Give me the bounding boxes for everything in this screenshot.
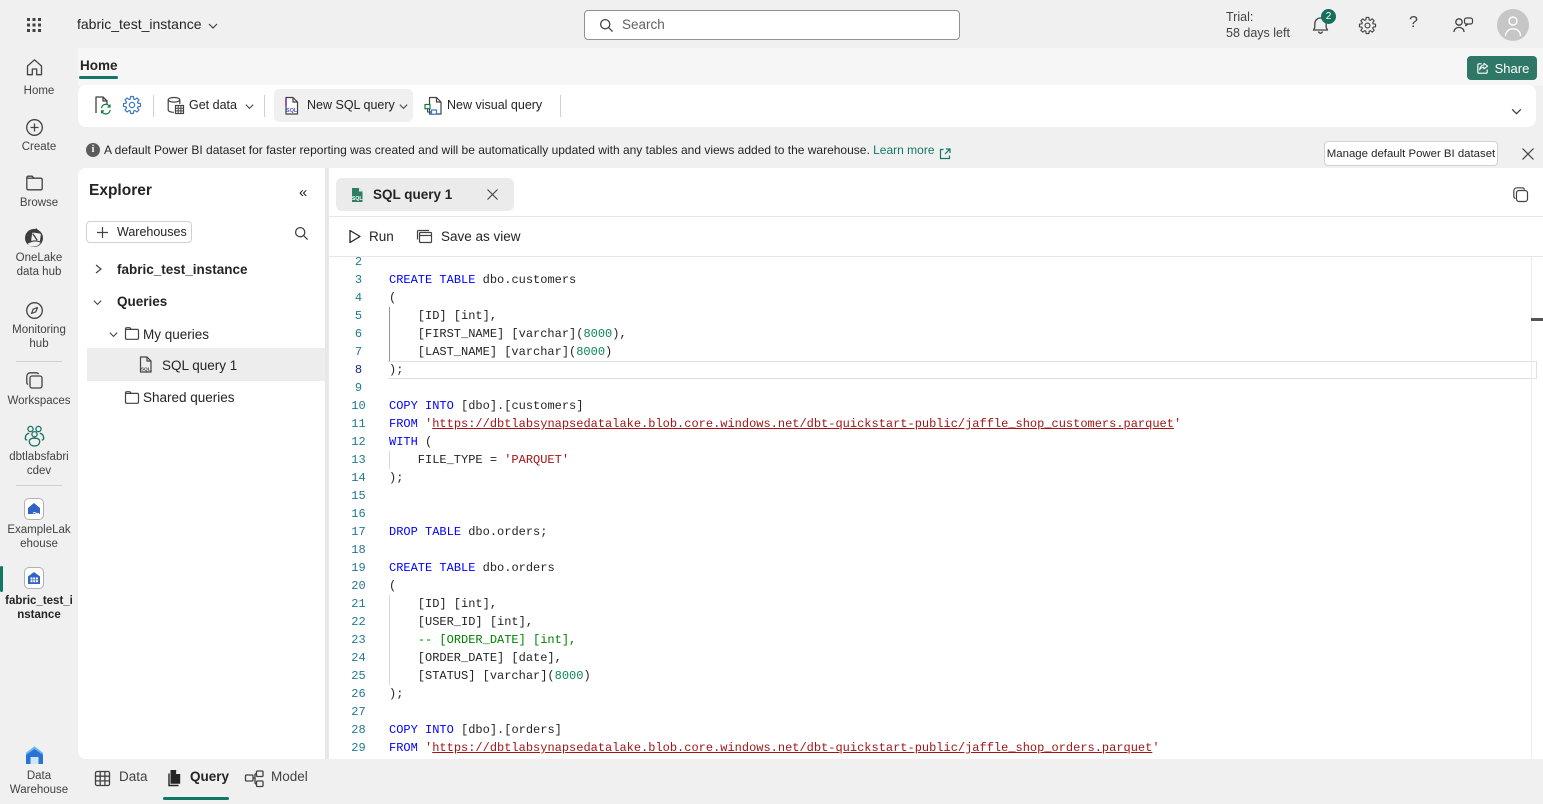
svg-text:SQL: SQL bbox=[286, 108, 298, 114]
svg-text:SQL: SQL bbox=[352, 196, 363, 202]
svg-text:SQL: SQL bbox=[141, 366, 151, 372]
